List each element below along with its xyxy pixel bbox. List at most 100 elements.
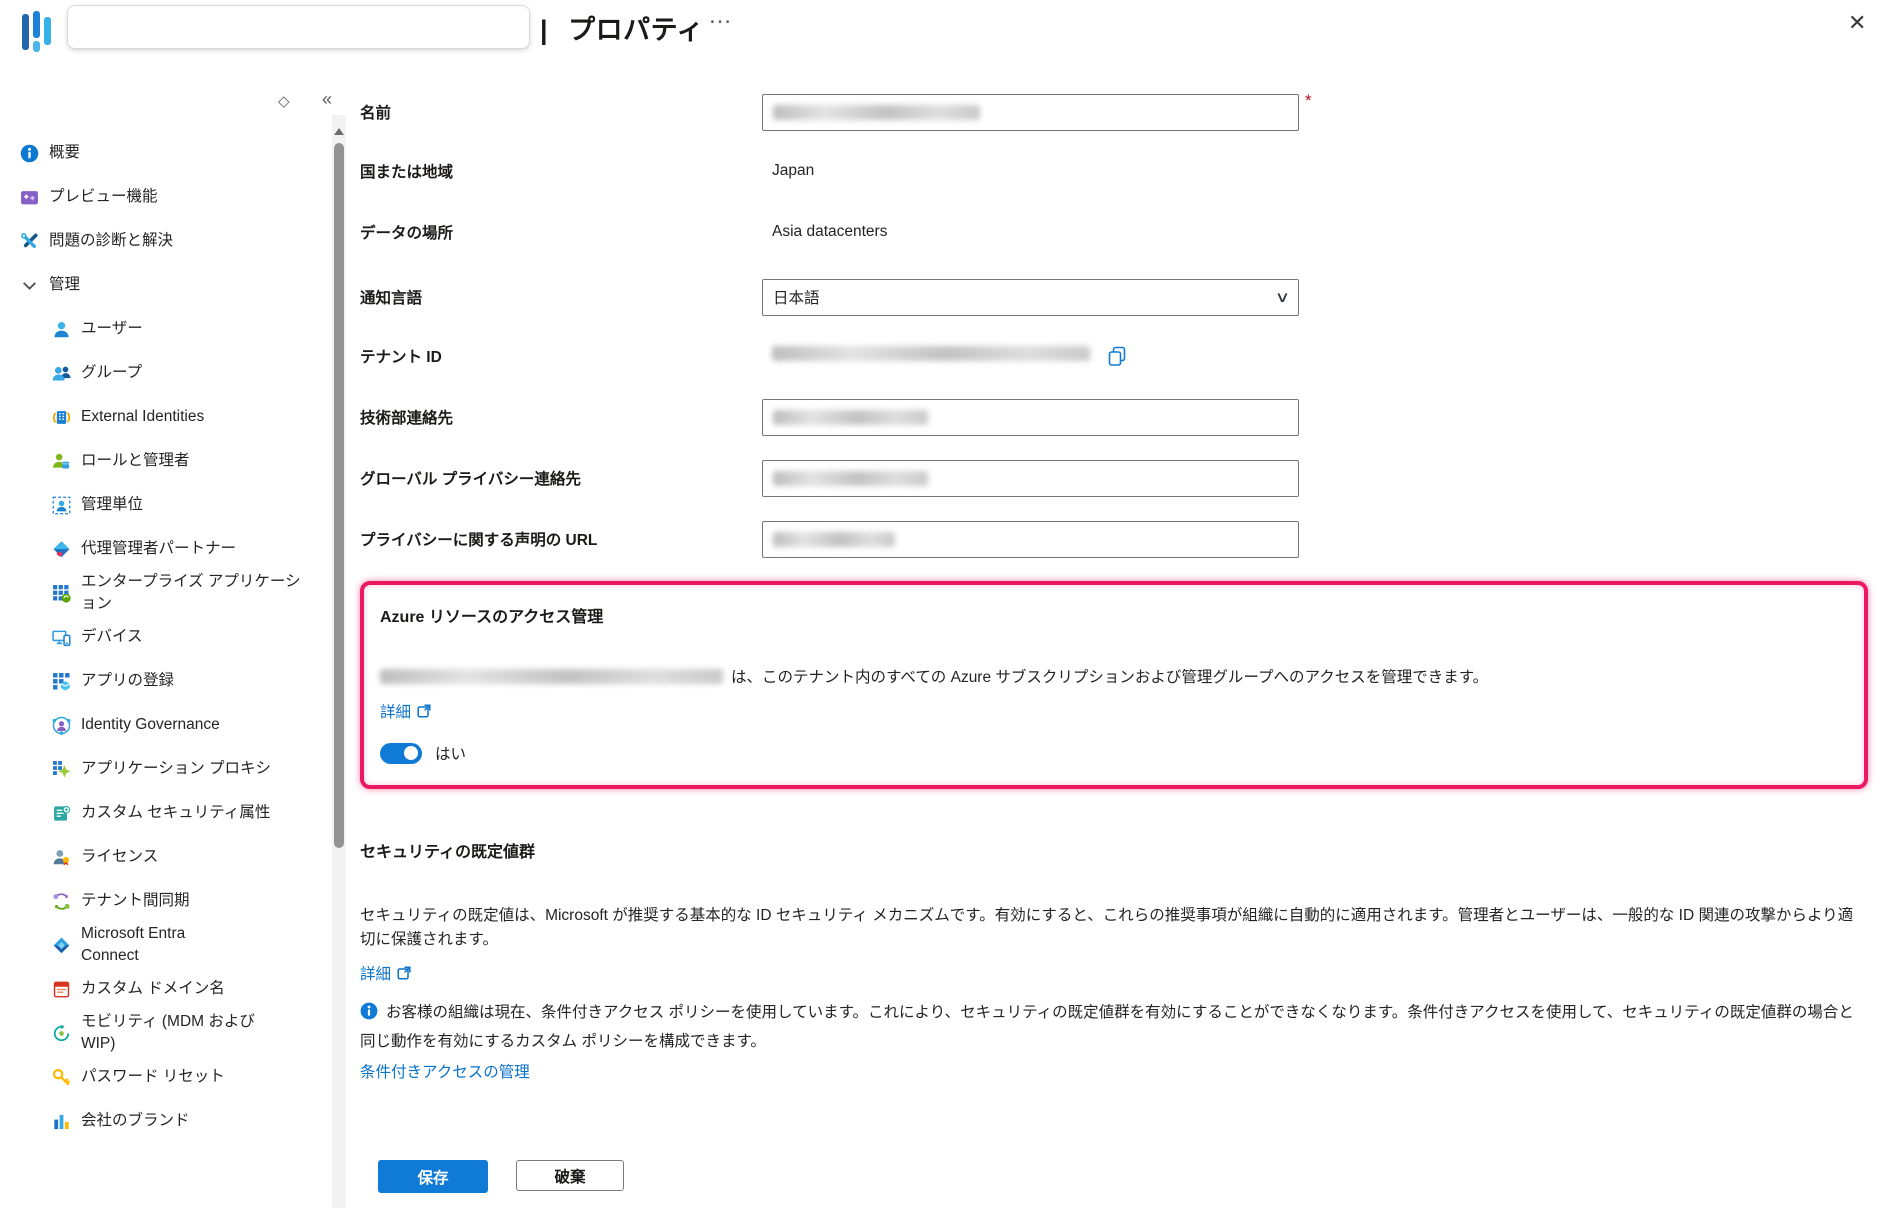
- sidebar-item-overview[interactable]: 概要: [0, 131, 330, 175]
- redacted-value: [772, 346, 1090, 361]
- redacted-value: [773, 532, 895, 547]
- sidebar-item-custom-domain-names[interactable]: カスタム ドメイン名: [0, 967, 330, 1011]
- save-button[interactable]: 保存: [378, 1160, 488, 1193]
- redacted-value: [773, 410, 928, 425]
- more-options-icon[interactable]: …: [708, 2, 732, 30]
- sidebar-item-users[interactable]: ユーザー: [0, 307, 330, 351]
- roles-administrators-icon: [52, 452, 71, 471]
- sidebar-item-label: アプリの登録: [81, 670, 174, 692]
- sidebar-item-groups[interactable]: グループ: [0, 351, 330, 395]
- sidebar-item-roles-administrators[interactable]: ロールと管理者: [0, 439, 330, 483]
- logo-bar-4: [44, 17, 51, 45]
- title-text: プロパティ: [568, 15, 704, 45]
- privacy-statement-url-row: プライバシーに関する声明の URL: [360, 520, 1880, 558]
- name-label: 名前: [360, 101, 762, 123]
- sidebar-item-application-proxy[interactable]: アプリケーション プロキシ: [0, 747, 330, 791]
- panel-resize-icon[interactable]: ◇: [278, 92, 290, 110]
- sidebar-item-licenses[interactable]: ライセンス: [0, 835, 330, 879]
- sidebar-menu: 概要プレビュー機能問題の診断と解決管理ユーザーグループ External Iden…: [0, 131, 330, 1143]
- sidebar-scroll-up-icon[interactable]: [334, 128, 344, 135]
- logo-bar-1: [22, 14, 29, 50]
- sidebar-item-label: ロールと管理者: [81, 450, 190, 472]
- azure-access-details-link[interactable]: 詳細: [380, 700, 431, 722]
- sidebar-item-label: 概要: [49, 142, 80, 164]
- notification-language-value: 日本語: [773, 286, 820, 308]
- sidebar-item-label: Identity Governance: [81, 714, 220, 736]
- info-icon: [360, 1002, 378, 1029]
- page-header: | プロパティ … ✕: [0, 0, 1904, 80]
- required-asterisk: *: [1305, 91, 1312, 111]
- sidebar-item-label: 問題の診断と解決: [49, 230, 173, 252]
- title-separator: |: [540, 15, 548, 45]
- sidebar-item-manage[interactable]: 管理: [0, 263, 330, 307]
- sidebar-item-devices[interactable]: デバイス: [0, 615, 330, 659]
- sidebar-item-label: アプリケーション プロキシ: [81, 758, 271, 780]
- tenant-id-row: テナント ID: [360, 337, 1880, 375]
- notification-language-label: 通知言語: [360, 286, 762, 308]
- toggle-knob: [404, 746, 418, 760]
- preview-features-icon: [20, 188, 39, 207]
- technical-contact-label: 技術部連絡先: [360, 406, 762, 428]
- password-reset-icon: [52, 1068, 71, 1087]
- sidebar-item-cross-tenant-synchronization[interactable]: テナント間同期: [0, 879, 330, 923]
- azure-access-toggle[interactable]: [380, 743, 422, 764]
- sidebar-item-external-identities[interactable]: External Identities: [0, 395, 330, 439]
- mobility-mdm-wip-icon: [52, 1024, 71, 1043]
- close-icon[interactable]: ✕: [1842, 8, 1872, 38]
- sidebar-item-enterprise-applications[interactable]: エンタープライズ アプリケーシ ョン: [0, 571, 330, 615]
- external-link-icon: [397, 966, 411, 980]
- sidebar-item-preview-features[interactable]: プレビュー機能: [0, 175, 330, 219]
- sidebar-item-administrative-units[interactable]: 管理単位: [0, 483, 330, 527]
- sidebar-item-diagnose-solve[interactable]: 問題の診断と解決: [0, 219, 330, 263]
- sidebar-item-label: 管理: [49, 274, 80, 296]
- diagnose-solve-icon: [20, 232, 39, 251]
- security-defaults-section: セキュリティの既定値群 セキュリティの既定値は、Microsoft が推奨する基…: [360, 838, 1866, 1082]
- sidebar-item-microsoft-entra-connect[interactable]: Microsoft Entra Connect: [0, 923, 330, 967]
- sidebar-item-delegated-admin-partners[interactable]: 代理管理者パートナー: [0, 527, 330, 571]
- tenant-id-value: [762, 346, 1090, 366]
- sidebar-item-company-branding[interactable]: 会社のブランド: [0, 1099, 330, 1143]
- sidebar-item-password-reset[interactable]: パスワード リセット: [0, 1055, 330, 1099]
- technical-contact-input[interactable]: [762, 399, 1299, 436]
- global-privacy-contact-row: グローバル プライバシー連絡先: [360, 459, 1880, 497]
- copy-icon[interactable]: [1106, 345, 1129, 368]
- sidebar-item-label: Microsoft Entra Connect: [81, 923, 185, 967]
- cross-tenant-synchronization-icon: [52, 892, 71, 911]
- global-privacy-contact-input[interactable]: [762, 460, 1299, 497]
- country-label: 国または地域: [360, 160, 762, 182]
- sidebar-item-label: ライセンス: [81, 846, 158, 868]
- sidebar-item-label: 管理単位: [81, 494, 143, 516]
- sidebar-item-label: 代理管理者パートナー: [81, 538, 236, 560]
- privacy-statement-url-input[interactable]: [762, 521, 1299, 558]
- sidebar-item-mobility-mdm-wip[interactable]: モビリティ (MDM および WIP): [0, 1011, 330, 1055]
- security-defaults-description: セキュリティの既定値は、Microsoft が推奨する基本的な ID セキュリテ…: [360, 904, 1866, 952]
- sidebar-item-label: External Identities: [81, 406, 204, 428]
- sidebar-item-custom-security-attributes[interactable]: カスタム セキュリティ属性: [0, 791, 330, 835]
- page-title: | プロパティ: [540, 8, 704, 47]
- security-defaults-heading: セキュリティの既定値群: [360, 838, 1866, 862]
- global-privacy-contact-label: グローバル プライバシー連絡先: [360, 467, 762, 489]
- data-location-label: データの場所: [360, 221, 762, 243]
- sidebar-item-label: ユーザー: [81, 318, 143, 340]
- discard-button[interactable]: 破棄: [516, 1160, 624, 1191]
- sidebar-item-app-registrations[interactable]: アプリの登録: [0, 659, 330, 703]
- sidebar-scrollbar-thumb[interactable]: [334, 143, 344, 848]
- privacy-statement-url-label: プライバシーに関する声明の URL: [360, 528, 762, 550]
- manage-conditional-access-link[interactable]: 条件付きアクセスの管理: [360, 1060, 530, 1082]
- redacted-value: [773, 471, 928, 486]
- custom-domain-names-icon: [52, 980, 71, 999]
- panel-collapse-icon[interactable]: «: [322, 89, 332, 110]
- company-branding-icon: [52, 1112, 71, 1131]
- sidebar-item-identity-governance[interactable]: Identity Governance: [0, 703, 330, 747]
- logo-bar-2: [33, 11, 40, 38]
- microsoft-entra-connect-icon: [52, 936, 71, 955]
- notification-language-select[interactable]: 日本語 ∨: [762, 279, 1299, 316]
- name-input[interactable]: [762, 94, 1299, 131]
- azure-access-heading: Azure リソースのアクセス管理: [380, 603, 1848, 627]
- form-actions: 保存 破棄: [378, 1160, 624, 1193]
- notification-language-row: 通知言語 日本語 ∨: [360, 278, 1880, 316]
- sidebar-item-label: カスタム ドメイン名: [81, 978, 225, 1000]
- sidebar-item-label: プレビュー機能: [49, 186, 158, 208]
- chevron-down-icon: [20, 276, 39, 295]
- security-defaults-details-link[interactable]: 詳細: [360, 962, 411, 984]
